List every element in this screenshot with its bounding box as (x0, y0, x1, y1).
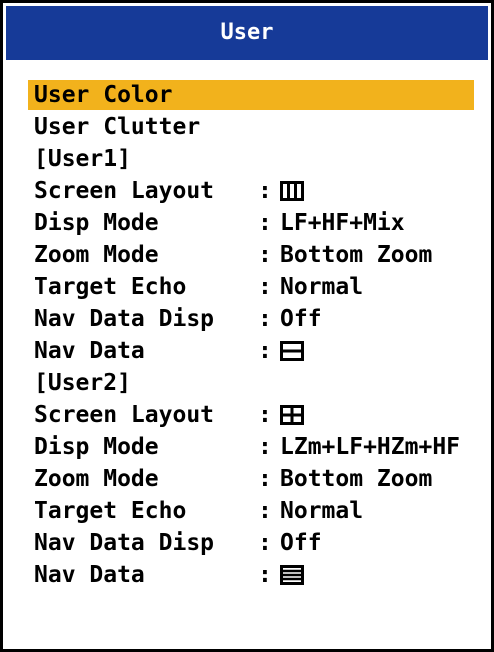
user1-target-echo-row[interactable]: Target Echo: Normal (28, 272, 474, 302)
menu-item-user-color[interactable]: User Color (28, 80, 474, 110)
user2-header: [User2] (34, 370, 131, 396)
menu-item-user-clutter[interactable]: User Clutter (28, 112, 474, 142)
four-row-nav-data-icon (280, 563, 304, 593)
user2-nav-data-row[interactable]: Nav Data: (28, 560, 474, 590)
setting-value: Normal (280, 498, 364, 524)
setting-value: LZm+LF+HZm+HF (280, 434, 461, 460)
user1-nav-data-disp-row[interactable]: Nav Data Disp: Off (28, 304, 474, 334)
setting-colon: : (258, 210, 272, 236)
setting-colon: : (258, 530, 272, 556)
setting-colon: : (258, 466, 272, 492)
user2-screen-layout-row[interactable]: Screen Layout: (28, 400, 474, 430)
user1-nav-data-row[interactable]: Nav Data: (28, 336, 474, 366)
setting-value: LF+HF+Mix (280, 210, 405, 236)
setting-label: Disp Mode (34, 434, 159, 460)
setting-value: Bottom Zoom (280, 242, 433, 268)
user1-header: [User1] (34, 146, 131, 172)
user-menu-window: User User Color User Clutter [User1] Scr… (0, 0, 494, 652)
user1-zoom-mode-row[interactable]: Zoom Mode: Bottom Zoom (28, 240, 474, 270)
setting-label: Target Echo (34, 274, 187, 300)
setting-colon: : (258, 338, 272, 364)
window-title: User (6, 6, 488, 60)
setting-label: Screen Layout (34, 402, 215, 428)
setting-label: Nav Data (34, 338, 145, 364)
setting-label: Disp Mode (34, 210, 159, 236)
setting-value: Bottom Zoom (280, 466, 433, 492)
setting-label: Zoom Mode (34, 466, 159, 492)
three-column-layout-icon (280, 179, 304, 209)
quad-layout-icon (280, 403, 304, 433)
setting-colon: : (258, 562, 272, 588)
setting-label: Zoom Mode (34, 242, 159, 268)
setting-colon: : (258, 178, 272, 204)
user2-target-echo-row[interactable]: Target Echo: Normal (28, 496, 474, 526)
setting-value: Off (280, 306, 322, 332)
setting-label: Nav Data (34, 562, 145, 588)
menu-item-label: User Color (34, 82, 173, 108)
menu-list: User Color User Clutter [User1] Screen L… (6, 60, 488, 646)
menu-item-label: User Clutter (34, 114, 201, 140)
setting-label: Nav Data Disp (34, 530, 215, 556)
setting-colon: : (258, 498, 272, 524)
two-row-nav-data-icon (280, 339, 304, 369)
user2-nav-data-disp-row[interactable]: Nav Data Disp: Off (28, 528, 474, 558)
setting-colon: : (258, 402, 272, 428)
setting-colon: : (258, 306, 272, 332)
setting-colon: : (258, 434, 272, 460)
setting-colon: : (258, 242, 272, 268)
setting-value: Normal (280, 274, 364, 300)
user1-disp-mode-row[interactable]: Disp Mode: LF+HF+Mix (28, 208, 474, 238)
setting-label: Target Echo (34, 498, 187, 524)
setting-colon: : (258, 274, 272, 300)
setting-value: Off (280, 530, 322, 556)
user2-zoom-mode-row[interactable]: Zoom Mode: Bottom Zoom (28, 464, 474, 494)
setting-label: Nav Data Disp (34, 306, 215, 332)
user2-disp-mode-row[interactable]: Disp Mode: LZm+LF+HZm+HF (28, 432, 474, 462)
setting-label: Screen Layout (34, 178, 215, 204)
user1-screen-layout-row[interactable]: Screen Layout: (28, 176, 474, 206)
